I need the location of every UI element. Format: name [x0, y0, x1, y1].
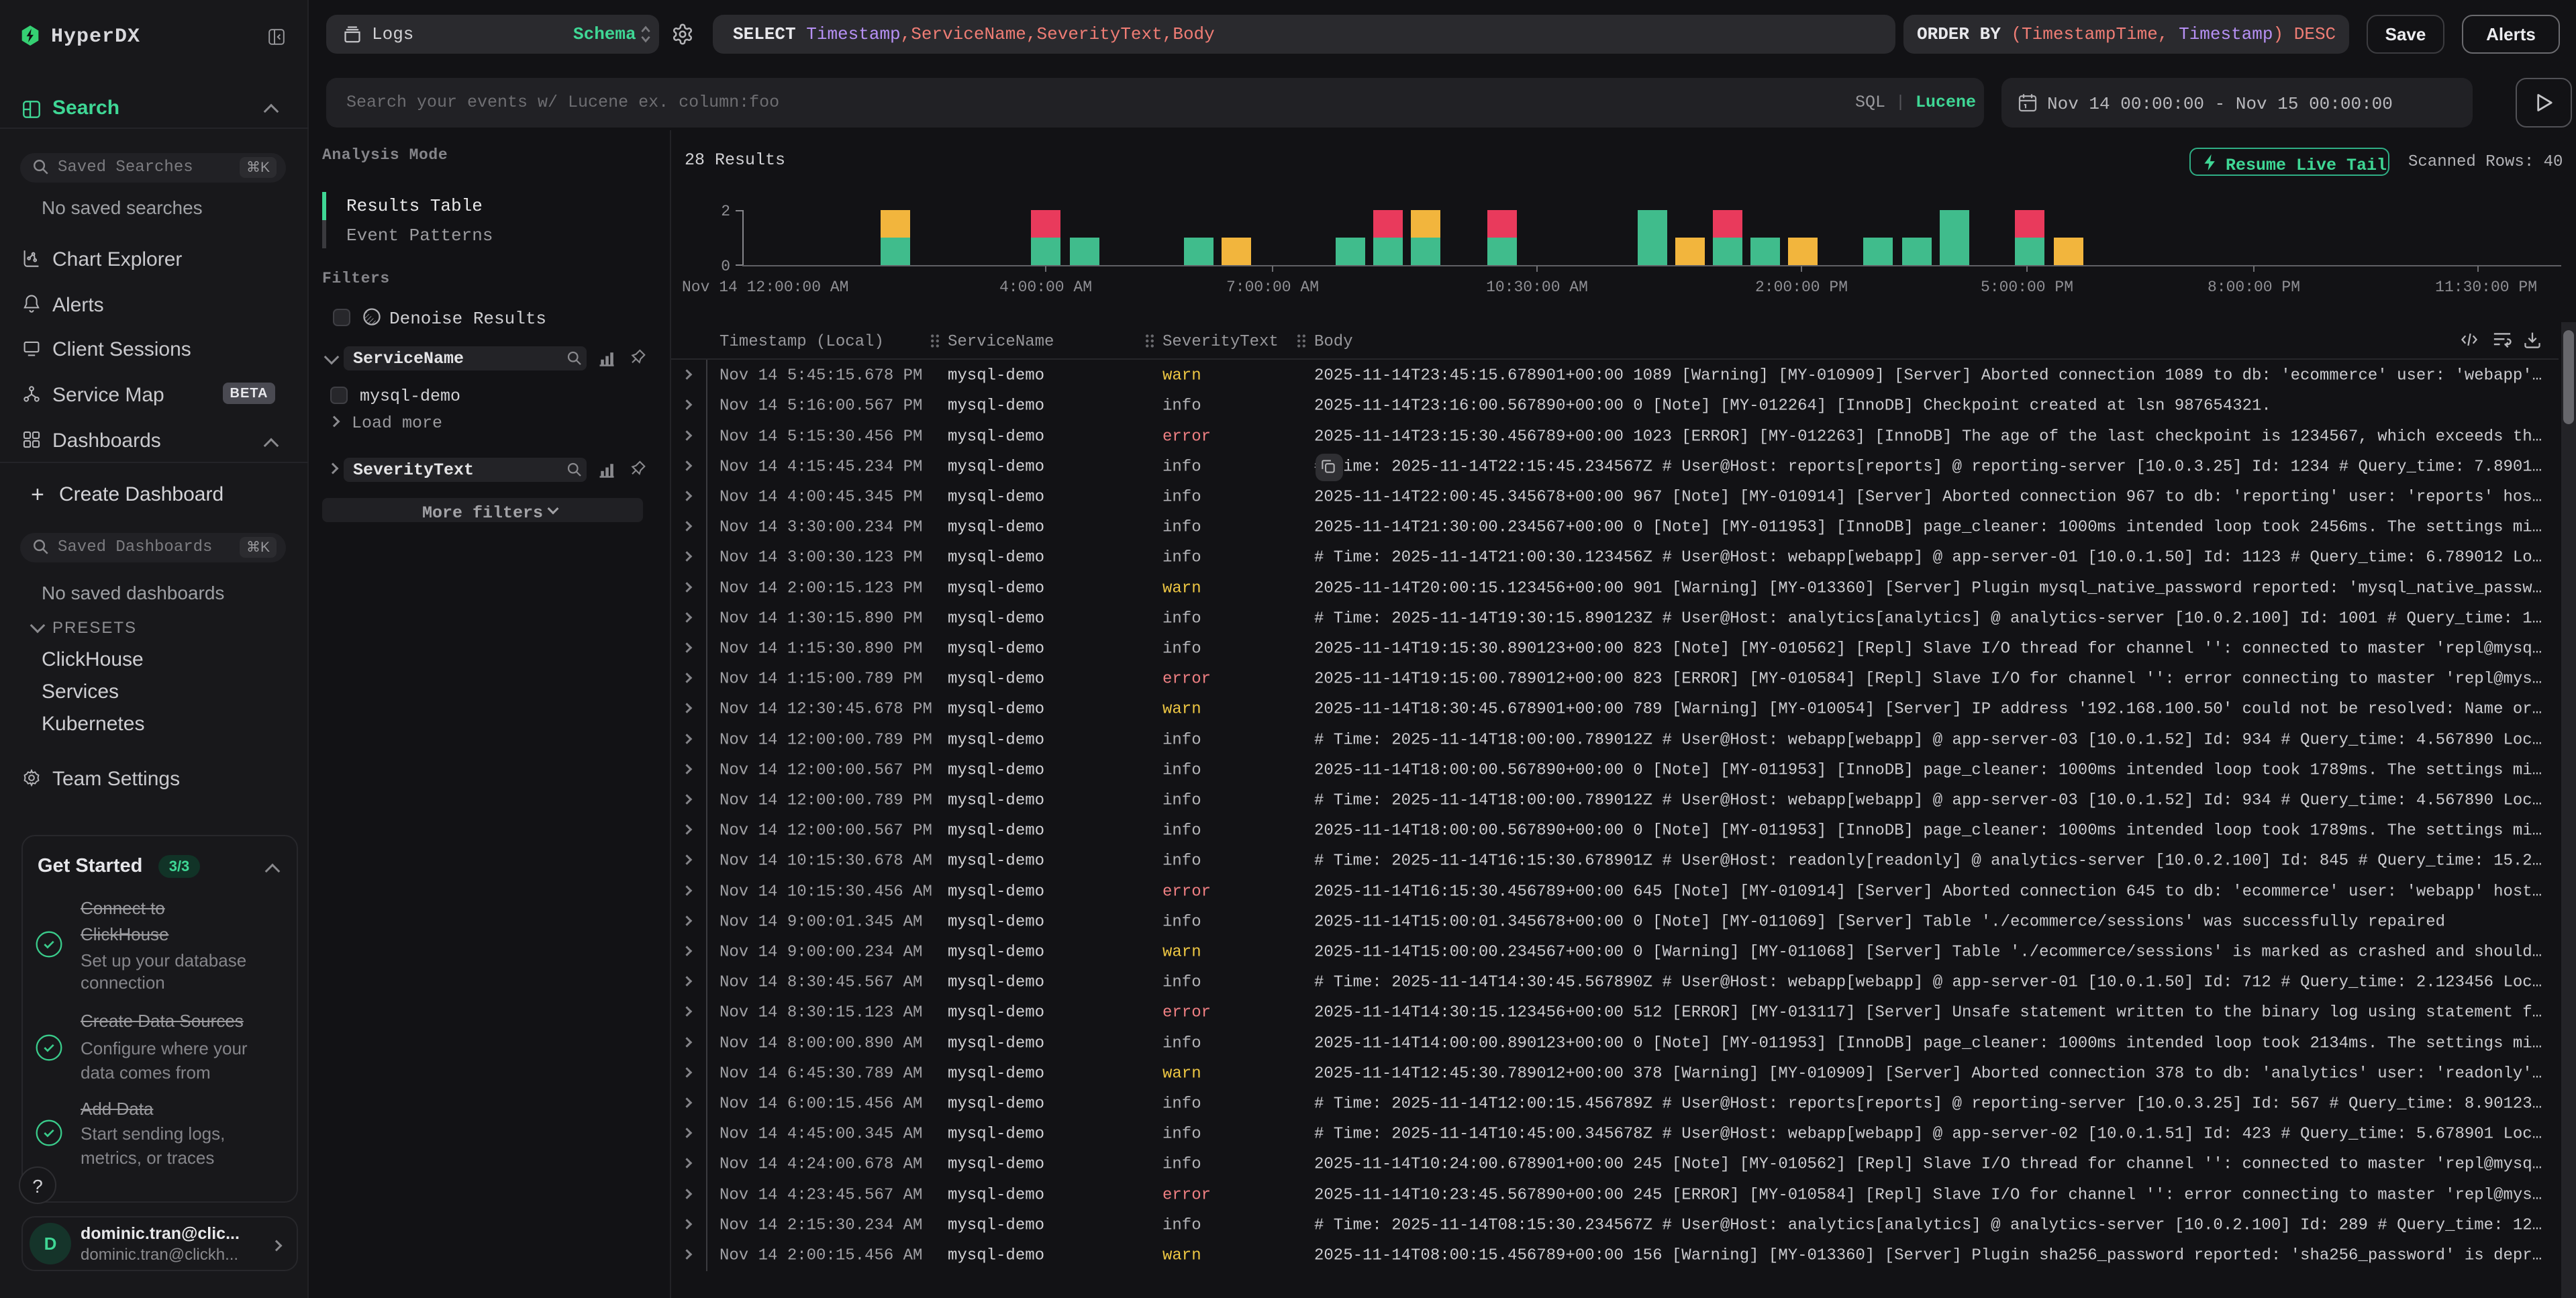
- svg-text:10:30:00 AM: 10:30:00 AM: [1486, 279, 1588, 295]
- svg-text:5:00:00 PM: 5:00:00 PM: [1981, 279, 2073, 295]
- svg-text:7:00:00 AM: 7:00:00 AM: [1226, 279, 1319, 295]
- svg-text:0: 0: [721, 258, 730, 275]
- svg-text:2: 2: [721, 203, 730, 220]
- svg-text:11:30:00 PM: 11:30:00 PM: [2435, 279, 2537, 295]
- svg-text:Nov 14 12:00:00 AM: Nov 14 12:00:00 AM: [682, 279, 848, 295]
- svg-text:8:00:00 PM: 8:00:00 PM: [2208, 279, 2300, 295]
- svg-text:2:00:00 PM: 2:00:00 PM: [1755, 279, 1848, 295]
- svg-text:4:00:00 AM: 4:00:00 AM: [999, 279, 1092, 295]
